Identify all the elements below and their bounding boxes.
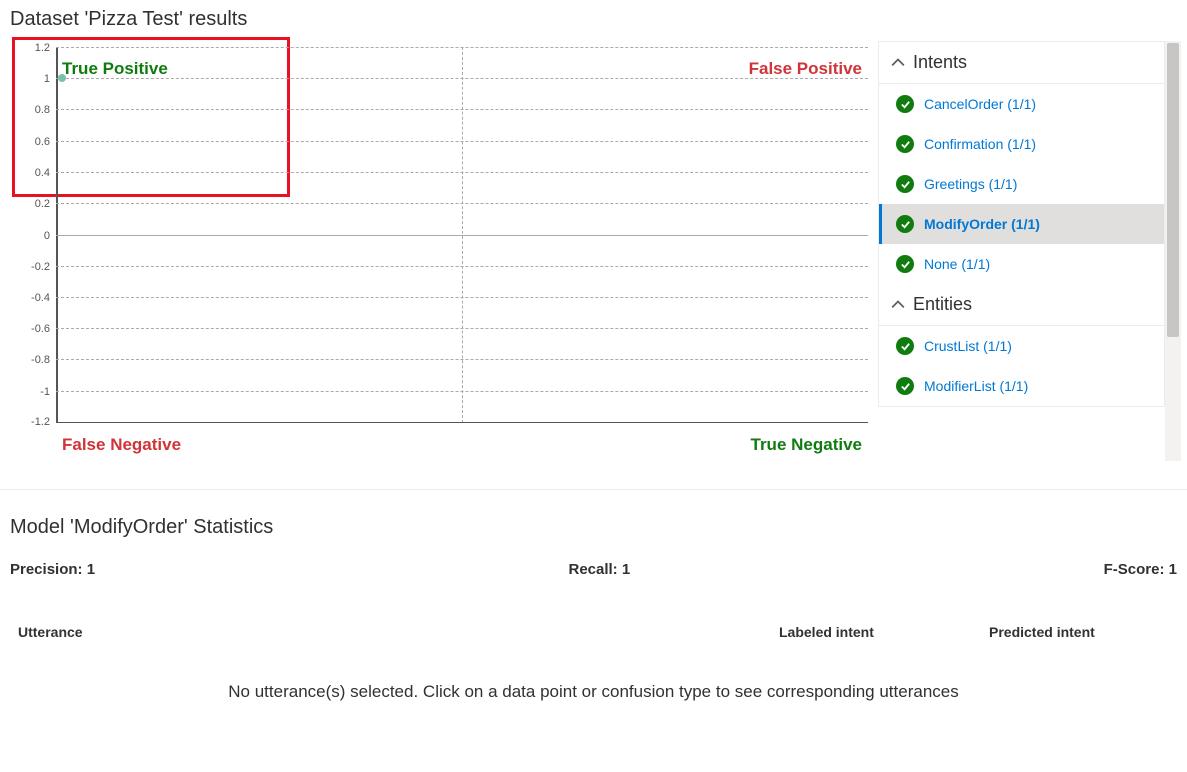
empty-message: No utterance(s) selected. Click on a dat… <box>10 682 1177 702</box>
sidebar: Intents CancelOrder (1/1) Confirmation (… <box>878 41 1181 461</box>
y-tick: -1 <box>40 386 56 398</box>
scrollbar-thumb[interactable] <box>1167 43 1179 337</box>
top-section: 1.2 1 0.8 0.6 0.4 0.2 0 -0.2 -0.4 -0.6 -… <box>0 37 1187 461</box>
sidebar-list: Intents CancelOrder (1/1) Confirmation (… <box>878 41 1165 407</box>
chevron-up-icon <box>891 56 905 70</box>
list-item[interactable]: None (1/1) <box>879 244 1164 284</box>
chevron-up-icon <box>891 298 905 312</box>
y-tick: -0.2 <box>31 261 56 273</box>
y-tick: 0.4 <box>35 167 56 179</box>
y-tick: 0.6 <box>35 136 56 148</box>
list-item[interactable]: ModifierList (1/1) <box>879 366 1164 406</box>
y-tick: -0.6 <box>31 323 56 335</box>
list-item[interactable]: Greetings (1/1) <box>879 164 1164 204</box>
quadrant-true-negative[interactable]: True Negative <box>751 435 863 455</box>
y-tick: 1 <box>44 73 56 85</box>
item-label: ModifyOrder (1/1) <box>924 216 1040 232</box>
recall-stat: Recall: 1 <box>568 561 630 578</box>
y-tick: 0.2 <box>35 198 56 210</box>
section-title: Intents <box>913 52 967 73</box>
check-icon <box>896 175 914 193</box>
col-labeled-intent[interactable]: Labeled intent <box>779 624 989 640</box>
y-tick: 1.2 <box>35 42 56 54</box>
item-label: CrustList (1/1) <box>924 338 1012 354</box>
section-title: Entities <box>913 294 972 315</box>
quadrant-false-positive[interactable]: False Positive <box>749 59 862 79</box>
item-label: ModifierList (1/1) <box>924 378 1028 394</box>
section-header-intents[interactable]: Intents <box>879 42 1164 84</box>
col-predicted-intent[interactable]: Predicted intent <box>989 624 1169 640</box>
y-tick: -0.8 <box>31 354 56 366</box>
list-item-selected[interactable]: ModifyOrder (1/1) <box>879 204 1164 244</box>
check-icon <box>896 337 914 355</box>
table-header: Utterance Labeled intent Predicted inten… <box>10 624 1177 640</box>
check-icon <box>896 135 914 153</box>
check-icon <box>896 95 914 113</box>
item-label: Confirmation (1/1) <box>924 136 1036 152</box>
col-utterance[interactable]: Utterance <box>18 624 779 640</box>
item-label: None (1/1) <box>924 256 990 272</box>
y-tick: 0.8 <box>35 104 56 116</box>
list-item[interactable]: CancelOrder (1/1) <box>879 84 1164 124</box>
item-label: Greetings (1/1) <box>924 176 1017 192</box>
check-icon <box>896 215 914 233</box>
stats-section: Model 'ModifyOrder' Statistics Precision… <box>0 490 1187 712</box>
list-item[interactable]: CrustList (1/1) <box>879 326 1164 366</box>
quadrant-false-negative[interactable]: False Negative <box>62 435 181 455</box>
item-label: CancelOrder (1/1) <box>924 96 1036 112</box>
check-icon <box>896 377 914 395</box>
list-item[interactable]: Confirmation (1/1) <box>879 124 1164 164</box>
stats-row: Precision: 1 Recall: 1 F-Score: 1 <box>10 561 1177 578</box>
y-tick: -0.4 <box>31 292 56 304</box>
chart-plot-area: 1.2 1 0.8 0.6 0.4 0.2 0 -0.2 -0.4 -0.6 -… <box>56 47 868 423</box>
y-tick: -1.2 <box>31 416 56 428</box>
scrollbar[interactable] <box>1165 41 1181 461</box>
confusion-chart[interactable]: 1.2 1 0.8 0.6 0.4 0.2 0 -0.2 -0.4 -0.6 -… <box>6 41 878 461</box>
quadrant-true-positive[interactable]: True Positive <box>62 59 168 79</box>
section-header-entities[interactable]: Entities <box>879 284 1164 326</box>
check-icon <box>896 255 914 273</box>
page-title: Dataset 'Pizza Test' results <box>0 0 1187 37</box>
stats-title: Model 'ModifyOrder' Statistics <box>10 516 1177 539</box>
fscore-stat: F-Score: 1 <box>1104 561 1177 578</box>
y-tick: 0 <box>44 230 56 242</box>
precision-stat: Precision: 1 <box>10 561 95 578</box>
